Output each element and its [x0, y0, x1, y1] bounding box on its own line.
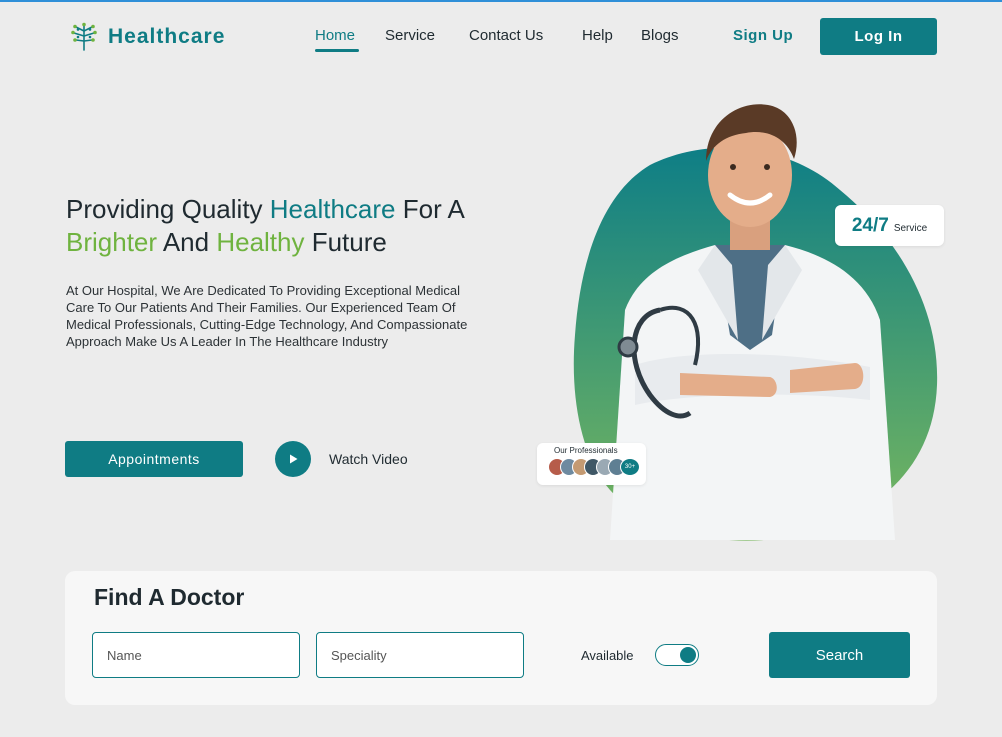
nav-service[interactable]: Service [385, 27, 469, 44]
brand-name: Healthcare [108, 25, 226, 48]
available-toggle[interactable] [655, 644, 699, 666]
hero-description: At Our Hospital, We Are Dedicated To Pro… [66, 283, 468, 349]
nav-home[interactable]: Home [315, 27, 385, 52]
find-doctor-title: Find A Doctor [94, 584, 245, 610]
main-nav: Home Service Contact Us Help Blogs [315, 27, 701, 52]
badge-small-text: Service [893, 223, 928, 234]
headline-highlight-healthcare: Healthcare [269, 194, 396, 224]
top-border [0, 0, 1002, 2]
avatar-group: 30+ [548, 458, 640, 476]
appointments-button[interactable]: Appointments [65, 441, 243, 477]
headline-highlight-brighter: Brighter [66, 227, 158, 257]
nav-help[interactable]: Help [582, 27, 641, 44]
find-doctor-panel: Find A Doctor Available Search [65, 571, 937, 705]
service-24-7-badge: 24/7 Service [835, 205, 944, 246]
headline-part: Providing Quality [66, 194, 270, 224]
brand-logo[interactable]: Healthcare [68, 20, 225, 54]
watch-video-label: Watch Video [329, 451, 408, 467]
toggle-knob [680, 646, 696, 663]
nav-blogs[interactable]: Blogs [641, 27, 701, 44]
badge-big-text: 24/7 [851, 215, 889, 236]
headline-part: Future [304, 227, 387, 257]
available-label: Available [581, 648, 634, 663]
hero-headline: Providing Quality Healthcare For A Brigh… [66, 193, 536, 259]
name-input[interactable] [92, 632, 300, 678]
watch-video-link[interactable]: Watch Video [275, 441, 408, 477]
headline-highlight-healthy: Healthy [216, 227, 305, 257]
nav-contact-us[interactable]: Contact Us [469, 27, 582, 44]
professionals-title: Our Professionals [554, 446, 618, 455]
speciality-input[interactable] [316, 632, 524, 678]
medical-tree-icon [71, 22, 97, 51]
headline-part: And [157, 227, 217, 257]
play-icon[interactable] [275, 441, 311, 477]
search-button[interactable]: Search [769, 632, 910, 678]
professionals-card: Our Professionals 30+ [537, 443, 646, 485]
log-in-button[interactable]: Log In [820, 18, 937, 55]
professionals-count-badge: 30+ [620, 458, 640, 476]
sign-up-link[interactable]: Sign Up [733, 27, 793, 44]
headline-part: For A [395, 194, 465, 224]
